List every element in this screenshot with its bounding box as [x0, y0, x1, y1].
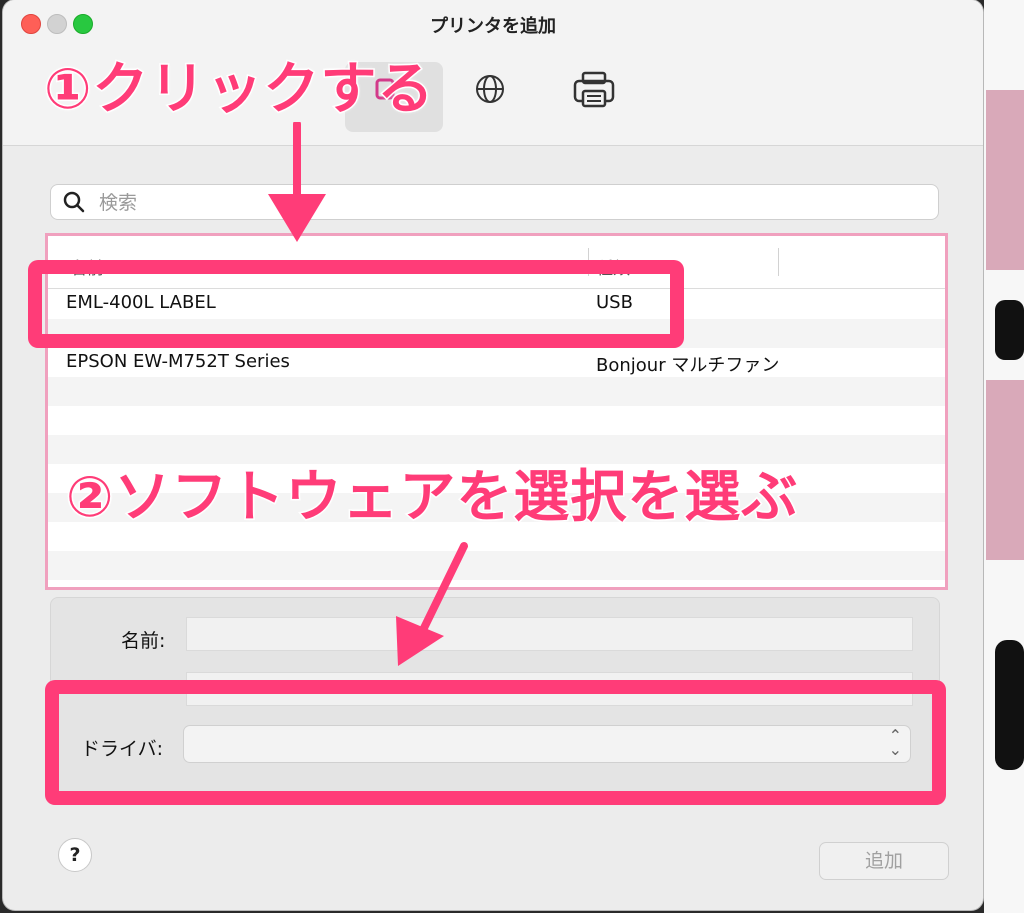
printer-name: EPSON EW-M752T Series	[66, 351, 290, 372]
search-icon	[63, 191, 85, 217]
annotation-step2: ②ソフトウェアを選択を選ぶ	[64, 464, 799, 532]
background-strip	[986, 380, 1024, 560]
tab-windows-printer[interactable]	[571, 70, 617, 110]
window-title: プリンタを追加	[430, 16, 556, 37]
column-divider	[778, 248, 779, 276]
list-row-empty	[48, 406, 945, 435]
annotation-step1: ①クリックする	[42, 56, 435, 124]
annotation-highlight-row	[28, 260, 684, 348]
tab-ip-printer[interactable]	[473, 72, 507, 114]
search-field[interactable]	[50, 184, 939, 220]
search-input[interactable]	[97, 188, 921, 218]
help-button[interactable]: ?	[58, 838, 92, 872]
annotation-arrow-down-icon	[268, 122, 326, 242]
annotation-highlight-driver	[45, 680, 946, 805]
list-row-empty	[48, 551, 945, 580]
table-row[interactable]: EPSON EW-M752T Series Bonjour マルチファン	[48, 348, 945, 377]
name-label: 名前:	[121, 630, 166, 652]
printer-icon	[573, 71, 615, 108]
background-shape	[995, 640, 1024, 770]
globe-icon	[476, 75, 504, 103]
printer-kind: Bonjour マルチファン	[596, 355, 780, 376]
background-strip	[986, 90, 1024, 270]
name-field[interactable]	[186, 617, 913, 651]
list-row-empty	[48, 377, 945, 406]
add-button[interactable]: 追加	[819, 842, 949, 880]
background-shape	[995, 300, 1024, 360]
annotation-arrow-down-left-icon	[396, 542, 468, 666]
